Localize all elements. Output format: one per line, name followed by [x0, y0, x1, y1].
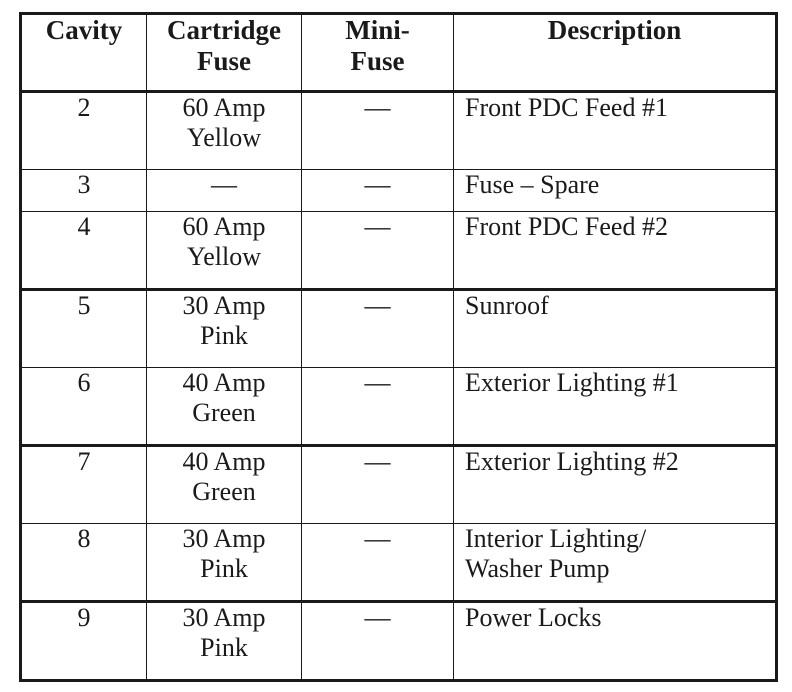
cell-description: Power Locks — [453, 601, 777, 681]
cartridge-fuse-rating: 30 Amp — [182, 524, 266, 553]
mini-fuse-value: — — [364, 212, 391, 241]
cell-description: Fuse – Spare — [453, 169, 777, 212]
cartridge-fuse-rating: 60 Amp — [182, 212, 266, 241]
column-header-description: Description — [453, 13, 777, 93]
cartridge-fuse-color: Yellow — [187, 242, 261, 272]
column-header-mini-fuse: Mini- Fuse — [301, 13, 454, 93]
column-header-cartridge-fuse-line-2: Fuse — [197, 46, 251, 77]
cell-cartridge-fuse: 40 Amp Green — [146, 445, 302, 524]
cell-mini-fuse: — — [301, 91, 454, 170]
description-line-1: Exterior Lighting #1 — [465, 368, 679, 397]
table-row: 2 60 Amp Yellow — Front PDC Feed #1 — [20, 91, 777, 170]
fuse-chart-container: Cavity Cartridge Fuse Mini- Fuse Descrip… — [19, 12, 778, 682]
column-header-cavity-line-1: Cavity — [45, 15, 123, 45]
cartridge-fuse-color: Green — [192, 477, 256, 507]
cartridge-fuse-rating: — — [211, 170, 237, 199]
cell-cartridge-fuse: 60 Amp Yellow — [146, 91, 302, 170]
description-line-1: Fuse – Spare — [465, 170, 600, 199]
mini-fuse-value: — — [364, 368, 391, 397]
cell-cavity: 4 — [20, 211, 147, 291]
cell-mini-fuse: — — [301, 169, 454, 212]
cavity-value: 2 — [77, 93, 91, 122]
cell-description: Sunroof — [453, 289, 777, 368]
cell-description: Exterior Lighting #2 — [453, 445, 777, 524]
description-line-1: Front PDC Feed #2 — [465, 212, 668, 241]
cell-mini-fuse: — — [301, 211, 454, 291]
mini-fuse-value: — — [364, 93, 391, 122]
cartridge-fuse-color: Yellow — [187, 123, 261, 153]
mini-fuse-value: — — [364, 291, 391, 320]
mini-fuse-value: — — [364, 447, 391, 476]
fuse-assignment-table: Cavity Cartridge Fuse Mini- Fuse Descrip… — [19, 12, 778, 682]
cartridge-fuse-color: Pink — [200, 321, 248, 351]
cavity-value: 7 — [77, 447, 91, 476]
cavity-value: 6 — [77, 368, 91, 397]
mini-fuse-value: — — [364, 603, 391, 632]
column-header-cavity: Cavity — [20, 13, 147, 93]
cell-cavity: 3 — [20, 169, 147, 212]
cell-mini-fuse: — — [301, 367, 454, 447]
description-line-2: Washer Pump — [465, 554, 610, 584]
cell-cavity: 6 — [20, 367, 147, 447]
cartridge-fuse-color: Pink — [200, 633, 248, 663]
cell-cartridge-fuse: 30 Amp Pink — [146, 523, 302, 603]
cell-description: Exterior Lighting #1 — [453, 367, 777, 447]
cavity-value: 5 — [77, 291, 91, 320]
mini-fuse-value: — — [364, 170, 391, 199]
cell-cavity: 2 — [20, 91, 147, 170]
table-row: 6 40 Amp Green — Exterior Lighting #1 — [20, 367, 777, 447]
cartridge-fuse-rating: 60 Amp — [182, 93, 266, 122]
table-header: Cavity Cartridge Fuse Mini- Fuse Descrip… — [20, 13, 777, 93]
description-line-1: Interior Lighting/ — [465, 524, 647, 553]
cell-cartridge-fuse: 60 Amp Yellow — [146, 211, 302, 291]
cell-cartridge-fuse: 30 Amp Pink — [146, 289, 302, 368]
table-row: 8 30 Amp Pink — Interior Lighting/ Washe… — [20, 523, 777, 603]
mini-fuse-value: — — [364, 524, 391, 553]
cartridge-fuse-rating: 40 Amp — [182, 368, 266, 397]
cell-cavity: 5 — [20, 289, 147, 368]
cavity-value: 3 — [77, 170, 91, 199]
column-header-mini-fuse-line-2: Fuse — [350, 46, 405, 77]
cell-description: Front PDC Feed #1 — [453, 91, 777, 170]
table-row: 4 60 Amp Yellow — Front PDC Feed #2 — [20, 211, 777, 291]
cell-cavity: 7 — [20, 445, 147, 524]
cartridge-fuse-rating: 40 Amp — [182, 447, 266, 476]
cell-cavity: 9 — [20, 601, 147, 681]
table-row: 7 40 Amp Green — Exterior Lighting #2 — [20, 445, 777, 524]
cartridge-fuse-rating: 30 Amp — [182, 603, 266, 632]
cell-mini-fuse: — — [301, 445, 454, 524]
description-line-1: Exterior Lighting #2 — [465, 447, 679, 476]
column-header-mini-fuse-line-1: Mini- — [345, 15, 410, 45]
column-header-description-line-1: Description — [547, 15, 682, 45]
cartridge-fuse-color: Pink — [200, 554, 248, 584]
table-row: 9 30 Amp Pink — Power Locks — [20, 601, 777, 681]
description-line-1: Power Locks — [465, 603, 602, 632]
table-row: 5 30 Amp Pink — Sunroof — [20, 289, 777, 368]
cell-description: Interior Lighting/ Washer Pump — [453, 523, 777, 603]
cell-cartridge-fuse: 40 Amp Green — [146, 367, 302, 447]
cavity-value: 8 — [77, 524, 91, 553]
cartridge-fuse-color: Green — [192, 398, 256, 428]
cell-mini-fuse: — — [301, 289, 454, 368]
column-header-cartridge-fuse: Cartridge Fuse — [146, 13, 302, 93]
cavity-value: 9 — [77, 603, 91, 632]
description-line-1: Sunroof — [465, 291, 549, 320]
cartridge-fuse-rating: 30 Amp — [182, 291, 266, 320]
header-row: Cavity Cartridge Fuse Mini- Fuse Descrip… — [20, 13, 777, 93]
cell-description: Front PDC Feed #2 — [453, 211, 777, 291]
description-line-1: Front PDC Feed #1 — [465, 93, 668, 122]
cell-cartridge-fuse: — — [146, 169, 302, 212]
cavity-value: 4 — [77, 212, 91, 241]
cell-mini-fuse: — — [301, 601, 454, 681]
cell-cavity: 8 — [20, 523, 147, 603]
cell-mini-fuse: — — [301, 523, 454, 603]
cell-cartridge-fuse: 30 Amp Pink — [146, 601, 302, 681]
table-body: 2 60 Amp Yellow — Front PDC Feed #1 3 — … — [20, 91, 777, 681]
table-row: 3 — — Fuse – Spare — [20, 169, 777, 212]
column-header-cartridge-fuse-line-1: Cartridge — [167, 15, 281, 45]
